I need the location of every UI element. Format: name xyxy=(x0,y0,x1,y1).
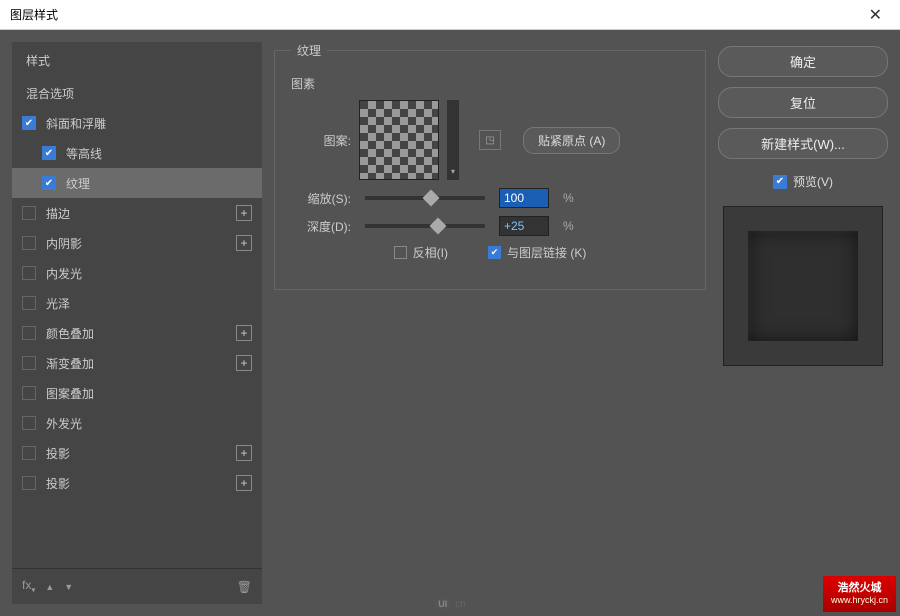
invert-label: 反相(I) xyxy=(413,244,448,261)
scale-input[interactable] xyxy=(499,188,549,208)
styles-header[interactable]: 样式 xyxy=(12,42,262,75)
depth-unit: % xyxy=(563,219,574,233)
scale-slider[interactable] xyxy=(365,196,485,200)
blend-options-header[interactable]: 混合选项 xyxy=(12,75,262,108)
style-item-0[interactable]: ✔ 斜面和浮雕 xyxy=(12,108,262,138)
elements-label: 图素 xyxy=(291,75,689,92)
style-item-12[interactable]: 投影 + xyxy=(12,468,262,498)
style-item-label: 内发光 xyxy=(46,265,82,282)
link-layer-label: 与图层链接 (K) xyxy=(507,244,586,261)
style-item-label: 渐变叠加 xyxy=(46,355,94,372)
checkbox-icon[interactable]: ✔ xyxy=(42,146,56,160)
depth-slider[interactable] xyxy=(365,224,485,228)
checkbox-icon xyxy=(394,246,407,259)
style-item-8[interactable]: 渐变叠加 + xyxy=(12,348,262,378)
watermark-brand: 浩然火城 xyxy=(831,582,888,595)
scale-unit: % xyxy=(563,191,574,205)
style-item-label: 纹理 xyxy=(66,175,90,192)
add-effect-icon[interactable]: + xyxy=(236,205,252,221)
texture-group: 纹理 图素 图案: ▾ ◳ 贴紧原点 (A) 缩放(S): % 深度 xyxy=(274,42,706,290)
style-item-6[interactable]: 光泽 xyxy=(12,288,262,318)
styles-footer: fx▾ ▲ ▼ 🗑 xyxy=(12,568,262,604)
pattern-dropdown-icon[interactable]: ▾ xyxy=(447,100,459,180)
styles-panel: 样式 混合选项 ✔斜面和浮雕✔等高线✔纹理描边+内阴影+内发光光泽颜色叠加+渐变… xyxy=(12,42,262,604)
close-icon[interactable]: ✕ xyxy=(861,5,890,25)
checkbox-icon: ✔ xyxy=(488,246,501,259)
style-item-label: 颜色叠加 xyxy=(46,325,94,342)
add-effect-icon[interactable]: + xyxy=(236,235,252,251)
checkbox-icon: ✔ xyxy=(773,175,787,189)
settings-panel: 纹理 图素 图案: ▾ ◳ 贴紧原点 (A) 缩放(S): % 深度 xyxy=(274,42,706,604)
action-panel: 确定 复位 新建样式(W)... ✔ 预览(V) xyxy=(718,42,888,604)
add-effect-icon[interactable]: + xyxy=(236,475,252,491)
style-item-2[interactable]: ✔ 纹理 xyxy=(12,168,262,198)
style-item-label: 图案叠加 xyxy=(46,385,94,402)
style-item-3[interactable]: 描边 + xyxy=(12,198,262,228)
style-item-9[interactable]: 图案叠加 xyxy=(12,378,262,408)
new-preset-icon[interactable]: ◳ xyxy=(479,130,501,150)
titlebar: 图层样式 ✕ xyxy=(0,0,900,30)
checkbox-icon[interactable] xyxy=(22,446,36,460)
preview-checkbox[interactable]: ✔ 预览(V) xyxy=(718,173,888,190)
checkbox-icon[interactable] xyxy=(22,326,36,340)
preview-swatch xyxy=(748,231,858,341)
watermark-url: www.hryckj.cn xyxy=(831,595,888,606)
checkbox-icon[interactable] xyxy=(22,476,36,490)
style-item-5[interactable]: 内发光 xyxy=(12,258,262,288)
checkbox-icon[interactable] xyxy=(22,416,36,430)
dialog-title: 图层样式 xyxy=(10,6,861,23)
pattern-label: 图案: xyxy=(291,132,351,149)
ok-button[interactable]: 确定 xyxy=(718,46,888,77)
checkbox-icon[interactable]: ✔ xyxy=(42,176,56,190)
preview-box xyxy=(723,206,883,366)
checkbox-icon[interactable] xyxy=(22,356,36,370)
style-item-7[interactable]: 颜色叠加 + xyxy=(12,318,262,348)
checkbox-icon[interactable] xyxy=(22,296,36,310)
add-effect-icon[interactable]: + xyxy=(236,325,252,341)
link-layer-checkbox[interactable]: ✔ 与图层链接 (K) xyxy=(488,244,586,261)
uicn-watermark: UIcn xyxy=(434,598,466,610)
new-style-button[interactable]: 新建样式(W)... xyxy=(718,128,888,159)
reset-button[interactable]: 复位 xyxy=(718,87,888,118)
style-item-label: 斜面和浮雕 xyxy=(46,115,106,132)
pattern-swatch[interactable] xyxy=(359,100,439,180)
add-effect-icon[interactable]: + xyxy=(236,355,252,371)
invert-checkbox[interactable]: 反相(I) xyxy=(394,244,448,261)
style-item-label: 投影 xyxy=(46,475,70,492)
scale-label: 缩放(S): xyxy=(291,190,351,207)
style-item-label: 等高线 xyxy=(66,145,102,162)
move-down-icon[interactable]: ▼ xyxy=(64,582,73,592)
style-item-label: 描边 xyxy=(46,205,70,222)
add-effect-icon[interactable]: + xyxy=(236,445,252,461)
texture-legend: 纹理 xyxy=(291,42,327,59)
snap-origin-button[interactable]: 贴紧原点 (A) xyxy=(523,127,620,154)
preview-label: 预览(V) xyxy=(793,173,833,190)
style-item-1[interactable]: ✔ 等高线 xyxy=(12,138,262,168)
style-item-label: 光泽 xyxy=(46,295,70,312)
styles-list: 样式 混合选项 ✔斜面和浮雕✔等高线✔纹理描边+内阴影+内发光光泽颜色叠加+渐变… xyxy=(12,42,262,568)
checkbox-icon[interactable]: ✔ xyxy=(22,116,36,130)
trash-icon[interactable]: 🗑 xyxy=(237,580,252,594)
checkbox-icon[interactable] xyxy=(22,266,36,280)
move-up-icon[interactable]: ▲ xyxy=(45,582,54,592)
depth-label: 深度(D): xyxy=(291,218,351,235)
dialog-body: 样式 混合选项 ✔斜面和浮雕✔等高线✔纹理描边+内阴影+内发光光泽颜色叠加+渐变… xyxy=(0,30,900,616)
fx-menu-icon[interactable]: fx▾ xyxy=(22,578,35,594)
checkbox-icon[interactable] xyxy=(22,386,36,400)
checkbox-icon[interactable] xyxy=(22,236,36,250)
style-item-11[interactable]: 投影 + xyxy=(12,438,262,468)
style-item-label: 外发光 xyxy=(46,415,82,432)
depth-input[interactable] xyxy=(499,216,549,236)
site-watermark: 浩然火城 www.hryckj.cn xyxy=(823,576,896,612)
style-item-10[interactable]: 外发光 xyxy=(12,408,262,438)
style-item-label: 投影 xyxy=(46,445,70,462)
checkbox-icon[interactable] xyxy=(22,206,36,220)
style-item-4[interactable]: 内阴影 + xyxy=(12,228,262,258)
style-item-label: 内阴影 xyxy=(46,235,82,252)
